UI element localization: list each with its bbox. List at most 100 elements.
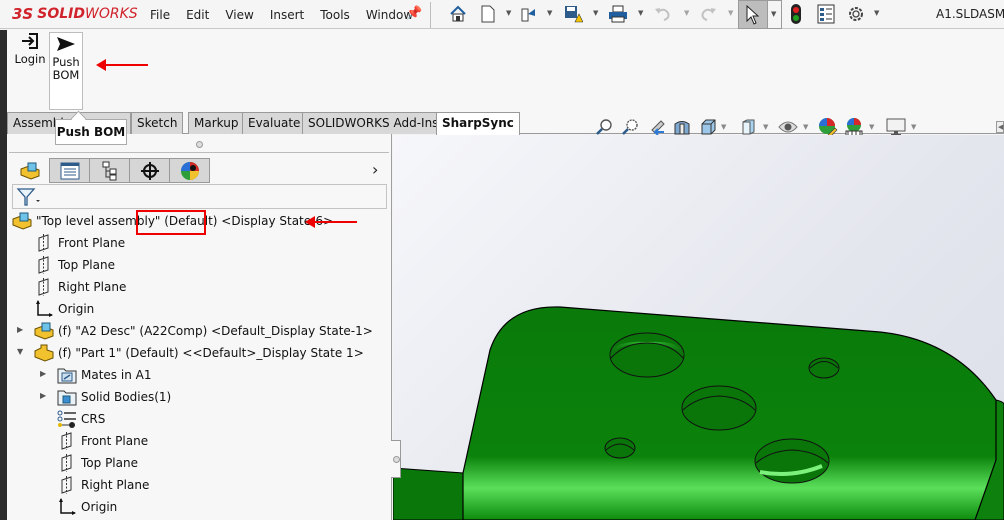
annotation-arrow-push-bom bbox=[96, 59, 148, 71]
edit-appearance-icon[interactable] bbox=[817, 117, 839, 137]
plane-icon bbox=[34, 278, 54, 296]
tree-item-label: Origin bbox=[58, 302, 95, 316]
tree-item-label: Top Plane bbox=[81, 456, 138, 470]
menu-edit[interactable]: Edit bbox=[186, 8, 209, 22]
tree-item-label: (f) "A2 Desc" (A22Comp) <Default_Display… bbox=[58, 324, 373, 338]
undo-icon[interactable] bbox=[652, 3, 674, 25]
viewport-splitter-handle[interactable] bbox=[391, 440, 401, 478]
hole bbox=[754, 438, 830, 484]
assembly-icon bbox=[12, 212, 32, 230]
tree-filter[interactable] bbox=[12, 184, 387, 209]
apply-scene-dropdown-icon[interactable]: ▼ bbox=[869, 123, 874, 131]
hide-show-dropdown-icon[interactable]: ▼ bbox=[803, 123, 808, 131]
task-pane-toggle[interactable]: ◀ bbox=[996, 121, 1004, 133]
plane-icon bbox=[57, 476, 77, 494]
tree-item-label: Right Plane bbox=[81, 478, 150, 492]
menu-insert[interactable]: Insert bbox=[270, 8, 304, 22]
tree-item[interactable]: (f) "A2 Desc" (A22Comp) <Default_Display… bbox=[34, 321, 373, 341]
display-manager-icon bbox=[180, 161, 199, 180]
hole bbox=[609, 332, 685, 378]
options-dropdown-icon[interactable]: ▼ bbox=[874, 9, 879, 17]
assembly-icon bbox=[20, 162, 39, 180]
save-icon[interactable] bbox=[562, 3, 584, 25]
featuremanager-tree-tab[interactable] bbox=[10, 158, 50, 183]
tab-sketch[interactable]: Sketch bbox=[131, 112, 184, 134]
select-button[interactable] bbox=[738, 0, 768, 29]
hide-show-items-icon[interactable] bbox=[777, 117, 799, 137]
propertymanager-tab[interactable] bbox=[50, 158, 90, 183]
tab-evaluate[interactable]: Evaluate bbox=[242, 112, 307, 134]
options-icon[interactable] bbox=[845, 3, 867, 25]
window-edge bbox=[0, 30, 7, 520]
coordinate-system-icon bbox=[57, 410, 77, 428]
tree-item[interactable]: Right Plane bbox=[57, 475, 149, 495]
menu-file[interactable]: File bbox=[150, 8, 170, 22]
3d-model[interactable] bbox=[393, 135, 1004, 520]
expand-arrow-right-icon[interactable]: ▶ bbox=[17, 325, 23, 334]
tree-item-label: Solid Bodies(1) bbox=[81, 390, 172, 404]
hole bbox=[681, 385, 757, 431]
expand-arrow-down-icon[interactable]: ▼ bbox=[17, 347, 23, 356]
undo-dropdown-icon[interactable]: ▼ bbox=[684, 9, 689, 17]
panel-splitter-handle[interactable] bbox=[196, 141, 203, 148]
filter-icon bbox=[16, 188, 40, 206]
brand-works: WORKS bbox=[85, 6, 138, 22]
tree-item[interactable]: Solid Bodies(1) bbox=[57, 387, 171, 407]
annotation-highlight-default bbox=[136, 210, 206, 235]
open-icon[interactable] bbox=[518, 3, 540, 25]
open-dropdown-icon[interactable]: ▼ bbox=[547, 9, 552, 17]
print-dropdown-icon[interactable]: ▼ bbox=[638, 9, 643, 17]
view-settings-icon[interactable] bbox=[885, 117, 907, 137]
tree-item[interactable]: Front Plane bbox=[57, 431, 148, 451]
section-view-icon[interactable] bbox=[671, 117, 693, 137]
redo-dropdown-icon[interactable]: ▼ bbox=[728, 9, 733, 17]
tree-item-label: (f) "Part 1" (Default) <<Default>_Displa… bbox=[58, 346, 364, 360]
redo-icon[interactable] bbox=[697, 3, 719, 25]
configuration-manager-icon bbox=[102, 161, 116, 180]
menu-view[interactable]: View bbox=[225, 8, 253, 22]
menu-tools[interactable]: Tools bbox=[320, 8, 350, 22]
displaymanager-tab[interactable] bbox=[170, 158, 210, 183]
tree-item[interactable]: CRS bbox=[57, 409, 105, 429]
rebuild-icon[interactable] bbox=[785, 3, 807, 25]
new-dropdown-icon[interactable]: ▼ bbox=[506, 9, 511, 17]
save-dropdown-icon[interactable]: ▼ bbox=[593, 9, 598, 17]
tree-item[interactable]: Top Plane bbox=[57, 453, 138, 473]
display-style-dropdown-icon[interactable]: ▼ bbox=[763, 123, 768, 131]
login-button[interactable]: Login bbox=[14, 32, 46, 66]
tree-item[interactable]: (f) "Part 1" (Default) <<Default>_Displa… bbox=[34, 343, 364, 363]
zoom-to-area-icon[interactable] bbox=[619, 117, 641, 137]
file-properties-icon[interactable] bbox=[815, 3, 837, 25]
origin-icon bbox=[57, 498, 77, 516]
tree-item[interactable]: Right Plane bbox=[34, 277, 126, 297]
login-icon bbox=[22, 33, 38, 49]
tree-item[interactable]: Front Plane bbox=[34, 233, 125, 253]
graphics-area[interactable] bbox=[393, 135, 1004, 520]
tree-item[interactable]: Origin bbox=[34, 299, 94, 319]
expand-arrow-right-icon[interactable]: ▶ bbox=[40, 391, 46, 400]
home-icon[interactable] bbox=[447, 3, 469, 25]
pin-icon[interactable]: 📌 bbox=[406, 6, 422, 21]
select-dropdown[interactable]: ▼ bbox=[768, 0, 782, 29]
feature-manager-tabs bbox=[10, 158, 210, 184]
view-orientation-dropdown-icon[interactable]: ▼ bbox=[721, 123, 726, 131]
new-document-icon[interactable] bbox=[477, 3, 499, 25]
dimxpertmanager-tab[interactable] bbox=[130, 158, 170, 183]
expand-arrow-right-icon[interactable]: ▶ bbox=[40, 369, 46, 378]
print-icon[interactable] bbox=[607, 3, 629, 25]
brand-solid: SOLID bbox=[37, 6, 85, 22]
view-settings-dropdown-icon[interactable]: ▼ bbox=[911, 123, 916, 131]
tree-item[interactable]: Top Plane bbox=[34, 255, 115, 275]
apply-scene-icon[interactable] bbox=[843, 117, 865, 137]
previous-view-icon[interactable] bbox=[645, 117, 667, 137]
tree-item[interactable]: Origin bbox=[57, 497, 117, 517]
push-bom-button[interactable]: Push BOM bbox=[49, 32, 83, 110]
tree-item[interactable]: Mates in A1 bbox=[57, 365, 151, 385]
display-style-icon[interactable] bbox=[737, 117, 759, 137]
view-orientation-icon[interactable] bbox=[697, 117, 719, 137]
tab-markup[interactable]: Markup bbox=[188, 112, 245, 134]
configurationmanager-tab[interactable] bbox=[90, 158, 130, 183]
chevron-right-icon[interactable]: › bbox=[372, 160, 378, 179]
zoom-to-fit-icon[interactable] bbox=[593, 117, 615, 137]
hole bbox=[808, 357, 840, 379]
